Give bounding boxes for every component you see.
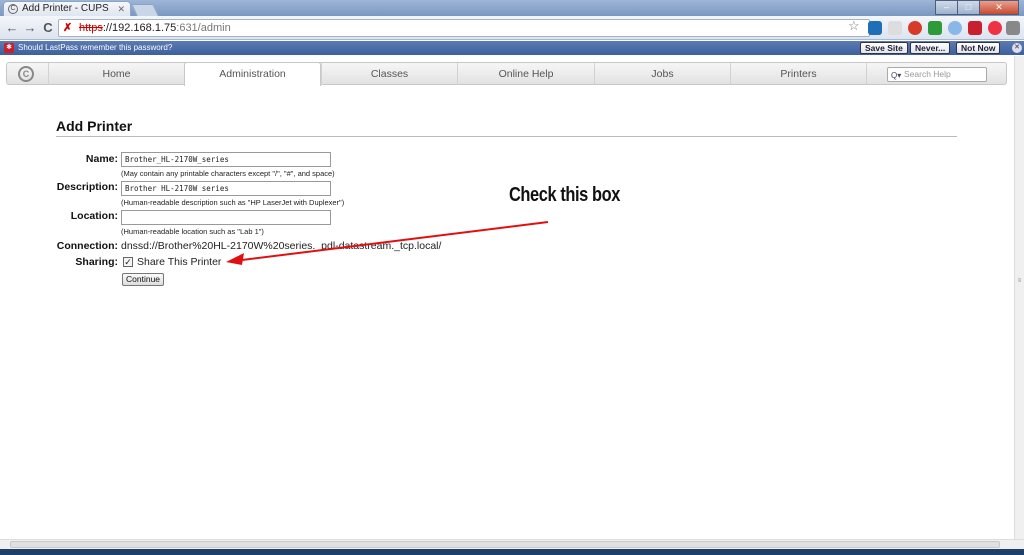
search-icon: Q▾ [891,71,902,80]
scroll-grip-icon: ≡ [1017,278,1022,284]
vertical-scrollbar[interactable]: ≡ [1014,56,1024,539]
url-scheme: https [79,22,103,34]
description-label: Description: [56,181,118,193]
annotation-arrow [226,221,549,265]
cups-favicon-icon: C [8,4,18,14]
extension-lastpass-icon[interactable] [968,21,982,35]
save-site-button[interactable]: Save Site [860,42,908,54]
description-input[interactable]: Brother HL-2170W series [121,181,331,196]
search-placeholder: Search Help [904,69,951,79]
sharing-label: Sharing: [75,256,118,268]
tab-home[interactable]: Home [48,63,184,85]
new-tab-button[interactable] [131,4,159,16]
lastpass-icon: ✱ [4,43,14,53]
reload-icon[interactable]: C [40,20,56,36]
maximize-icon[interactable]: □ [957,0,980,15]
title-divider [56,136,957,137]
url-path: :631/admin [176,22,231,34]
name-input[interactable]: Brother_HL-2170W_series [121,152,331,167]
ssl-error-icon: ✗ [63,22,73,34]
tab-online-help[interactable]: Online Help [457,63,594,85]
browser-tab[interactable]: C Add Printer - CUPS 1.4.4 ✕ [3,1,131,28]
lastpass-close-icon[interactable]: ✕ [1012,43,1022,53]
extension-bird-icon[interactable] [868,21,882,35]
share-printer-checkbox[interactable]: ✓ [123,257,133,267]
extension-dots-icon[interactable] [888,21,902,35]
description-hint: (Human-readable description such as "HP … [121,198,345,207]
browser-toolbar: ← → C ✗ https://192.168.1.75:631/admin ☆ [0,16,1024,40]
tab-close-icon[interactable]: ✕ [117,2,125,16]
title-bar: C Add Printer - CUPS 1.4.4 ✕ – □ ✕ [0,0,1024,28]
forward-arrow-icon[interactable]: → [22,20,38,36]
name-label: Name: [85,153,118,165]
lastpass-message: Should LastPass remember this password? [18,43,173,52]
tab-classes[interactable]: Classes [321,63,457,85]
taskbar [0,549,1024,555]
horizontal-scrollbar[interactable] [0,539,1024,549]
never-button[interactable]: Never... [910,42,951,54]
horizontal-scroll-thumb[interactable] [10,541,1000,548]
lastpass-bar: ✱ Should LastPass remember this password… [0,41,1024,55]
window-controls: – □ ✕ [935,0,1019,15]
wrench-icon[interactable] [1006,21,1020,35]
extension-stop-icon[interactable] [988,21,1002,35]
tab-printers[interactable]: Printers [730,63,867,85]
cups-navigation: C Home Administration Classes Online Hel… [6,62,1007,86]
search-help-input[interactable]: Q▾ Search Help [887,67,987,82]
extension-opera-icon[interactable] [908,21,922,35]
extension-skype-icon[interactable] [948,21,962,35]
bookmark-star-icon[interactable]: ☆ [848,18,860,34]
annotation-text: Check this box [509,184,620,206]
url-host: ://192.168.1.75 [102,22,177,34]
cups-logo-icon[interactable]: C [18,66,34,82]
minimize-icon[interactable]: – [935,0,958,15]
page-title: Add Printer [56,118,133,134]
address-bar[interactable]: ✗ https://192.168.1.75:631/admin [58,19,870,37]
window-close-icon[interactable]: ✕ [979,0,1019,15]
back-arrow-icon[interactable]: ← [4,20,20,36]
location-label: Location: [70,210,118,222]
tab-administration[interactable]: Administration [184,62,321,86]
name-hint: (May contain any printable characters ex… [121,169,335,178]
connection-label: Connection: [56,240,118,252]
extension-puzzle-icon[interactable] [928,21,942,35]
tab-jobs[interactable]: Jobs [594,63,730,85]
share-printer-label[interactable]: Share This Printer [137,256,221,268]
not-now-button[interactable]: Not Now [956,42,1001,54]
continue-button[interactable]: Continue [122,273,165,286]
